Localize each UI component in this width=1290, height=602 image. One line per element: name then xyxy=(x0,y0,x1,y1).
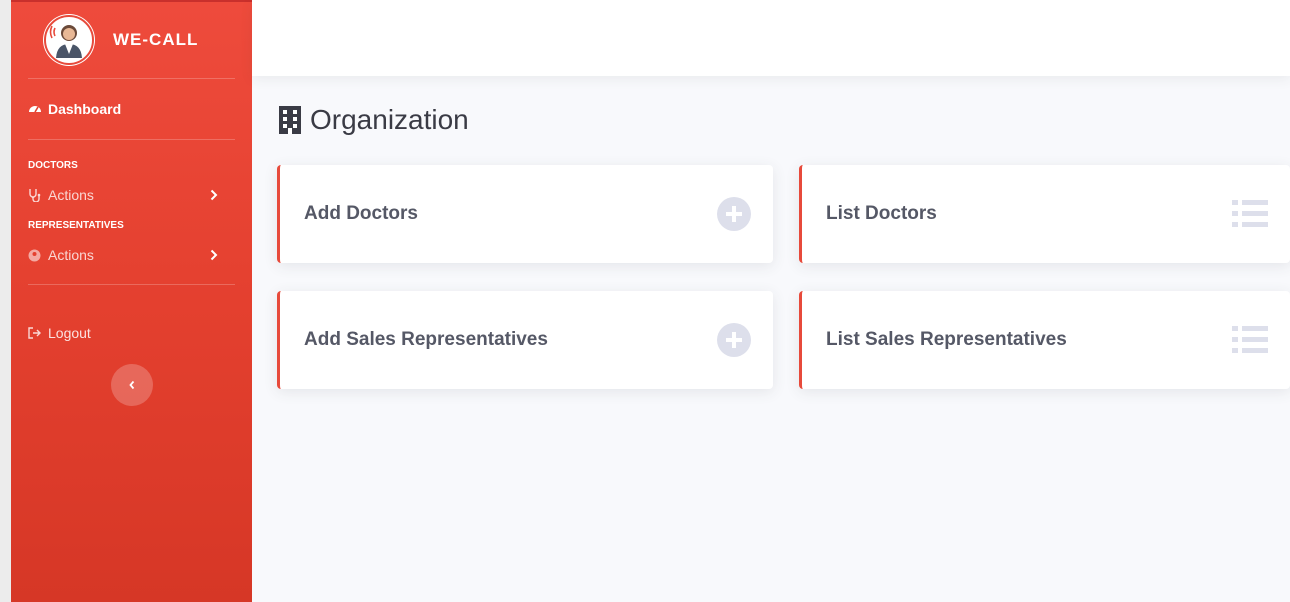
window-edge xyxy=(0,0,11,602)
building-icon xyxy=(278,105,302,135)
sidebar-heading-doctors: DOCTORS xyxy=(28,159,78,171)
user-circle-icon xyxy=(28,249,48,262)
card-label: List Doctors xyxy=(826,203,937,224)
main-content: Organization Add Doctors List Doctors Ad… xyxy=(252,76,1290,602)
add-doctors-card[interactable]: Add Doctors xyxy=(277,165,773,263)
plus-circle-icon xyxy=(717,197,751,231)
card-label: Add Doctors xyxy=(304,203,418,224)
sidebar-item-doctors-actions[interactable]: Actions xyxy=(11,176,252,214)
brand-logo xyxy=(43,14,95,66)
sidebar-item-dashboard[interactable]: Dashboard xyxy=(11,79,252,139)
list-sales-representatives-card[interactable]: List Sales Representatives xyxy=(799,291,1290,389)
sidebar: WE-CALL Dashboard DOCTORS Actions REPRES… xyxy=(11,2,252,602)
chevron-right-icon xyxy=(210,249,230,261)
chevron-left-icon xyxy=(128,380,136,390)
sidebar-heading-representatives: REPRESENTATIVES xyxy=(28,219,124,231)
brand[interactable]: WE-CALL xyxy=(11,2,252,78)
sidebar-toggle-button[interactable] xyxy=(110,364,153,406)
page-title: Organization xyxy=(278,104,469,136)
list-icon xyxy=(1232,199,1268,229)
sidebar-item-label: Actions xyxy=(48,247,94,263)
sidebar-item-representatives-actions[interactable]: Actions xyxy=(11,236,252,274)
sidebar-item-label: Dashboard xyxy=(48,101,122,117)
add-sales-representatives-card[interactable]: Add Sales Representatives xyxy=(277,291,773,389)
plus-circle-icon xyxy=(717,323,751,357)
sidebar-item-label: Logout xyxy=(48,325,91,341)
card-label: List Sales Representatives xyxy=(826,329,1067,350)
sidebar-item-logout[interactable]: Logout xyxy=(11,314,252,352)
list-icon xyxy=(1232,325,1268,355)
page-title-text: Organization xyxy=(310,104,469,135)
card-label: Add Sales Representatives xyxy=(304,329,548,350)
sign-out-icon xyxy=(28,327,48,339)
doctor-avatar-icon xyxy=(44,15,94,65)
tachometer-icon xyxy=(28,102,48,116)
chevron-right-icon xyxy=(210,189,230,201)
stethoscope-icon xyxy=(28,188,48,202)
topbar xyxy=(252,0,1290,76)
brand-name: WE-CALL xyxy=(113,30,199,49)
list-doctors-card[interactable]: List Doctors xyxy=(799,165,1290,263)
sidebar-item-label: Actions xyxy=(48,187,94,203)
